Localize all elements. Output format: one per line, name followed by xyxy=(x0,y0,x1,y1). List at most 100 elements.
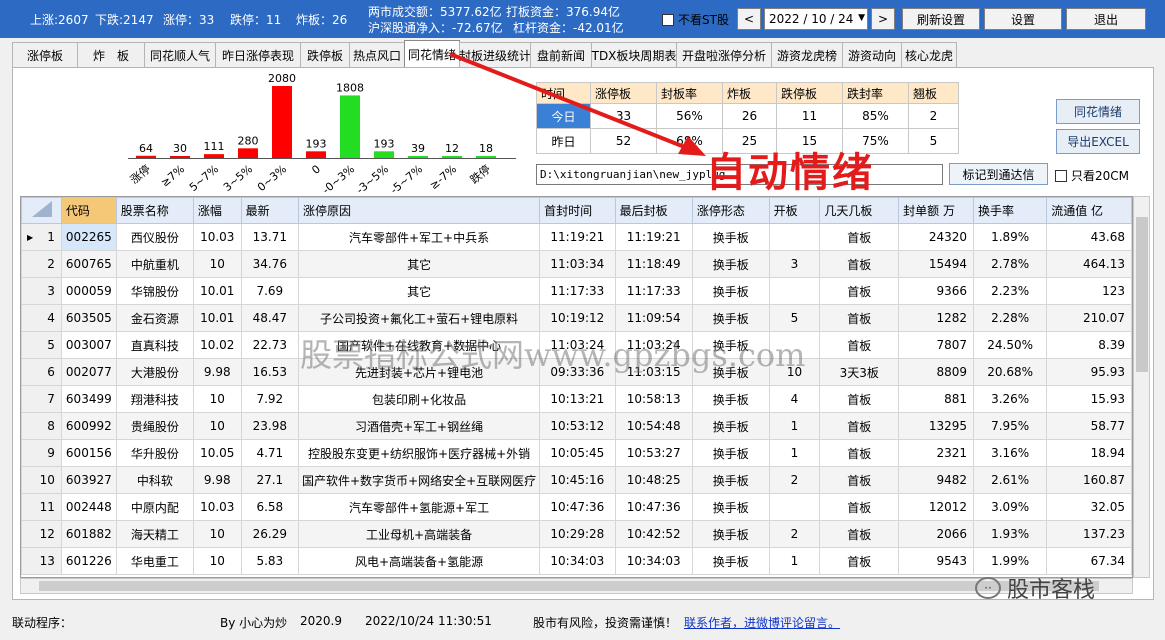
row-number[interactable]: 9 xyxy=(21,439,62,467)
grid-cell: 换手板 xyxy=(691,250,770,278)
table-row[interactable]: 7 603499 翔港科技 10 7.92 包装印刷+化妆品 10:13:21 10:58:1… xyxy=(21,385,1132,413)
table-row[interactable]: 9 600156 华升股份 10.05 4.71 控股股东变更+纺织服饰+医疗器械+外销 1… xyxy=(21,439,1132,467)
grid-column-header[interactable]: 最新 xyxy=(240,197,299,224)
prev-date-button[interactable]: < xyxy=(737,8,761,30)
settings-button[interactable]: 设置 xyxy=(984,8,1062,30)
row-number[interactable]: 10 xyxy=(21,466,62,494)
grid-column-header[interactable]: 换手率 xyxy=(973,197,1048,224)
scrollbar-thumb[interactable] xyxy=(39,581,1099,591)
row-number[interactable]: 4 xyxy=(21,304,62,332)
chart-bar xyxy=(340,95,360,158)
grid-column-header[interactable]: 涨停形态 xyxy=(691,197,770,224)
table-row[interactable]: 2 600765 中航重机 10 34.76 其它 11:03:34 11:18:49 换手板 3… xyxy=(21,250,1132,278)
table-row[interactable]: 11 002448 中原内配 10.03 6.58 汽车零部件+氢能源+军工 10:47:3… xyxy=(21,493,1132,521)
grid-cell: 95.93 xyxy=(1046,358,1132,386)
row-number[interactable]: 8 xyxy=(21,412,62,440)
risk-text: 股市有风险，投资需谨慎！ xyxy=(533,616,678,630)
grid-cell: 首板 xyxy=(819,520,900,548)
row-number-text: 1 xyxy=(47,230,55,244)
checkbox-box[interactable] xyxy=(662,13,674,26)
grid-cell: 7.92 xyxy=(240,385,299,413)
next-date-button[interactable]: > xyxy=(871,8,895,30)
grid-cell: 首板 xyxy=(819,250,900,278)
table-row[interactable]: 10 603927 中科软 9.98 27.1 国产软件+数字货币+网络安全+互联网医疗 1… xyxy=(21,466,1132,494)
tab-4[interactable]: 跌停板 xyxy=(300,42,350,68)
grid-cell: 7807 xyxy=(898,331,975,359)
grid-cell: 工业母机+高端装备 xyxy=(297,520,541,548)
select-all-corner[interactable] xyxy=(21,197,62,224)
table-row[interactable]: 6 002077 大港股份 9.98 16.53 先进封装+芯片+锂电池 09:33:36 1… xyxy=(21,358,1132,386)
summary-cell: 5 xyxy=(908,128,959,154)
grid-column-header[interactable]: 代码 xyxy=(60,197,117,224)
row-number[interactable]: 5 xyxy=(21,331,62,359)
grid-cell: 子公司投资+氟化工+萤石+锂电原料 xyxy=(297,304,541,332)
row-number[interactable]: 7 xyxy=(21,385,62,413)
grid-cell: 华升股份 xyxy=(115,439,194,467)
horizontal-scrollbar[interactable] xyxy=(20,578,1133,594)
grid-cell: 10:47:36 xyxy=(614,493,693,521)
grid-cell: 首板 xyxy=(819,466,900,494)
row-number[interactable]: 13 xyxy=(21,547,62,575)
table-row[interactable]: 8 600992 贵绳股份 10 23.98 习酒借壳+军工+钢丝绳 10:53:12 10:… xyxy=(21,412,1132,440)
grid-cell: 881 xyxy=(898,385,975,413)
chart-bar xyxy=(136,155,156,158)
table-row[interactable]: 13 601226 华电重工 10 5.83 风电+高端装备+氢能源 10:34:03 10:… xyxy=(21,547,1132,575)
grid-cell: 换手板 xyxy=(691,466,770,494)
grid-cell: 26.29 xyxy=(240,520,299,548)
grid-column-header[interactable]: 流通值 亿 xyxy=(1046,197,1132,224)
grid-cell: 67.34 xyxy=(1046,547,1132,575)
chevron-down-icon[interactable]: ▼ xyxy=(858,13,865,23)
table-row[interactable]: 12 601882 海天精工 10 26.29 工业母机+高端装备 10:29:28 10:4… xyxy=(21,520,1132,548)
checkbox-box[interactable] xyxy=(1055,169,1067,182)
export-excel-button[interactable]: 导出EXCEL xyxy=(1056,129,1140,154)
row-number[interactable]: ▶ 1 xyxy=(21,223,62,251)
tab-0[interactable]: 涨停板 xyxy=(12,42,78,68)
grid-cell: 西仪股份 xyxy=(115,223,194,251)
table-row[interactable]: 5 003007 直真科技 10.02 22.73 国产软件+在线教育+数据中心 11:03… xyxy=(21,331,1132,359)
table-row[interactable]: 4 603505 金石资源 10.01 48.47 子公司投资+氟化工+萤石+锂电原料 10… xyxy=(21,304,1132,332)
grid-column-header[interactable]: 封单额 万 xyxy=(898,197,975,224)
chart-value-label: 193 xyxy=(306,137,327,150)
refresh-settings-button[interactable]: 刷新设置 xyxy=(902,8,980,30)
grid-cell: 贵绳股份 xyxy=(115,412,194,440)
tab-13[interactable]: 核心龙虎 xyxy=(901,42,957,68)
tab-3[interactable]: 昨日涨停表现 xyxy=(215,42,301,68)
grid-cell: 10:13:21 xyxy=(539,385,616,413)
row-number[interactable]: 2 xyxy=(21,250,62,278)
grid-column-header[interactable]: 股票名称 xyxy=(115,197,194,224)
row-number[interactable]: 11 xyxy=(21,493,62,521)
row-number[interactable]: 6 xyxy=(21,358,62,386)
grid-column-header[interactable]: 开板 xyxy=(768,197,821,224)
grid-column-header[interactable]: 涨幅 xyxy=(192,197,242,224)
grid-cell: 换手板 xyxy=(691,277,770,305)
grid-column-header[interactable]: 首封时间 xyxy=(539,197,616,224)
scrollbar-thumb[interactable] xyxy=(1136,217,1148,372)
grid-cell: 1.89% xyxy=(973,223,1048,251)
only-20cm-checkbox[interactable]: 只看20CM xyxy=(1055,167,1129,184)
grid-column-header[interactable]: 涨停原因 xyxy=(297,197,541,224)
tab-2[interactable]: 同花顺人气 xyxy=(144,42,216,68)
no-st-checkbox[interactable]: 不看ST股 xyxy=(662,11,729,28)
mark-to-tdx-button[interactable]: 标记到通达信 xyxy=(949,163,1048,185)
tab-1[interactable]: 炸 板 xyxy=(77,42,145,68)
tab-5[interactable]: 热点风口 xyxy=(349,42,405,68)
chart-value-label: 111 xyxy=(204,140,225,153)
tab-12[interactable]: 游资动向 xyxy=(842,42,902,68)
exit-button[interactable]: 退出 xyxy=(1066,8,1146,30)
tab-11[interactable]: 游资龙虎榜 xyxy=(771,42,843,68)
vertical-scrollbar[interactable] xyxy=(1133,196,1150,578)
grid-column-header[interactable]: 最后封板 xyxy=(614,197,693,224)
wechat-badge: ·· 股市客栈 xyxy=(975,572,1095,604)
date-picker[interactable]: 2022 / 10 / 24 ▼ xyxy=(764,8,868,30)
grid-cell: 其它 xyxy=(297,277,541,305)
grid-cell: 000059 xyxy=(60,277,117,305)
grid-column-header[interactable]: 几天几板 xyxy=(819,197,900,224)
contact-link[interactable]: 联系作者，进微博评论留言。 xyxy=(684,614,840,631)
ths-sentiment-button[interactable]: 同花情绪 xyxy=(1056,99,1140,124)
chart-category-label: 5~7% xyxy=(187,162,221,192)
table-row[interactable]: 3 000059 华锦股份 10.01 7.69 其它 11:17:33 11:17:33 换手… xyxy=(21,277,1132,305)
row-number[interactable]: 3 xyxy=(21,277,62,305)
grid-cell: 002265 xyxy=(60,223,117,251)
row-number[interactable]: 12 xyxy=(21,520,62,548)
table-row[interactable]: ▶ 1 002265 西仪股份 10.03 13.71 汽车零部件+军工+中兵系 11:19:… xyxy=(21,223,1132,251)
